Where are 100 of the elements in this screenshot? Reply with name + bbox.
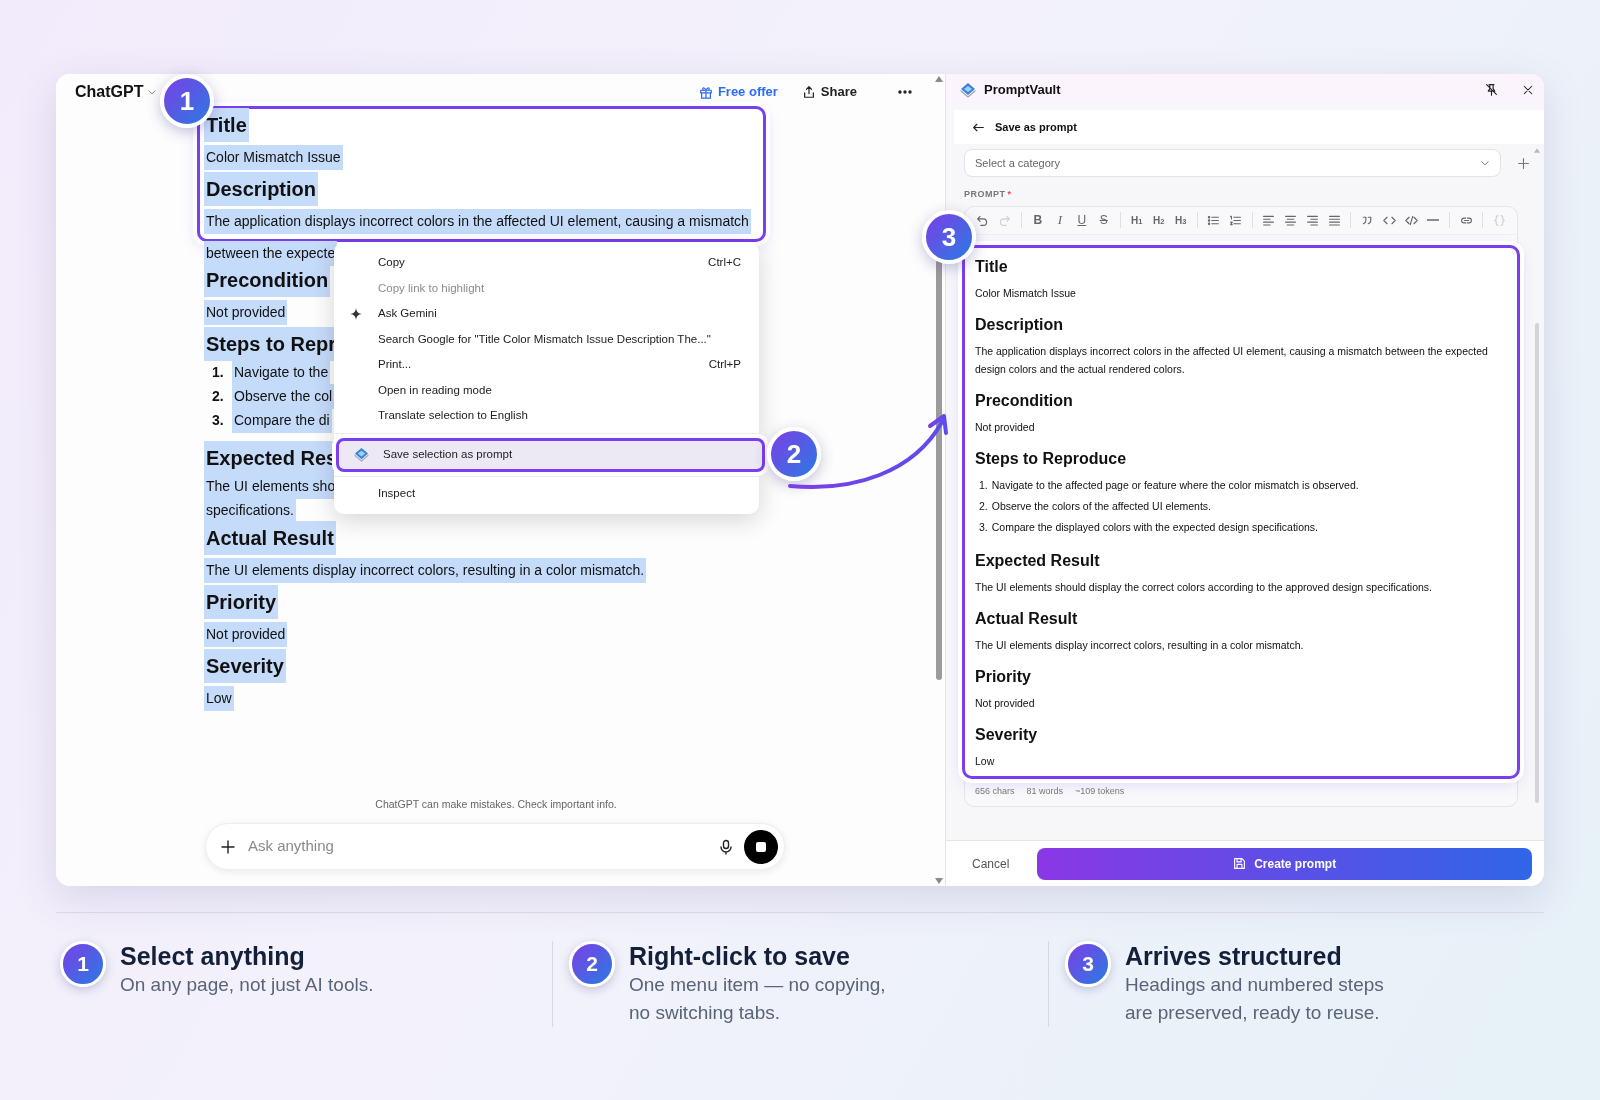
menu-item[interactable]: Open in reading mode	[334, 377, 759, 403]
list-item-text: Compare the displayed colors with the expected design specifications.	[991, 519, 1319, 535]
stat-text: 81 words	[1026, 784, 1064, 798]
microphone-button[interactable]	[718, 838, 734, 855]
microphone-icon	[718, 838, 734, 855]
section-heading: Precondition	[204, 263, 331, 297]
list-number: 2.	[211, 386, 225, 406]
stop-icon	[755, 840, 767, 853]
content-paragraph: The UI elements should display the correct colors according to the approved design specifications.	[975, 579, 1433, 595]
shortcut-text: Ctrl+C	[708, 255, 741, 271]
list-item-text: Observe the col	[232, 383, 335, 409]
section-heading: Title	[204, 108, 249, 142]
list-item-text: Navigate to the affected page or feature where the color mismatch is observed.	[991, 477, 1359, 493]
content-heading: Actual Result	[975, 608, 1079, 629]
cancel-button[interactable]: Cancel	[972, 854, 1010, 873]
step-badge: 2	[569, 941, 615, 987]
divider-icon	[1427, 219, 1440, 221]
content-heading: Description	[975, 314, 1064, 335]
code-block-icon	[1404, 213, 1418, 227]
scroll-up-icon	[935, 76, 943, 82]
list-number: 2.	[978, 498, 989, 514]
paragraph-text: Color Mismatch Issue	[204, 144, 343, 170]
section-heading: Actual Result	[204, 521, 336, 555]
message-input[interactable]: Ask anything	[246, 834, 708, 859]
content-paragraph: The UI elements display incorrect colors, resulting in a color mismatch.	[975, 637, 1305, 653]
heading-button[interactable]: H$_{1}$	[1126, 209, 1147, 231]
paragraph-text: Not provided	[204, 299, 288, 325]
content-paragraph: The application displays incorrect colors in the affected UI element, causing a mismatch between the expected design colors and the actual rendered colors.	[975, 343, 1489, 377]
align-left-icon	[1261, 213, 1275, 227]
share-icon	[801, 85, 816, 99]
unpin-button[interactable]	[1485, 83, 1498, 96]
scrollbar-thumb[interactable]	[1535, 323, 1539, 803]
shortcut-text: Ctrl+P	[708, 357, 741, 373]
undo-icon	[976, 213, 990, 227]
disclaimer-text: ChatGPT can make mistakes. Check important info.	[374, 797, 618, 813]
vault-logo-icon	[353, 447, 369, 462]
panel-title: PromptVault	[984, 80, 1061, 99]
chevron-icon	[147, 87, 158, 97]
plus-icon	[220, 838, 236, 855]
message-field[interactable]: Ask anything	[205, 823, 785, 870]
close-button[interactable]	[1522, 83, 1534, 96]
paragraph-text: Low	[204, 685, 234, 711]
create-prompt-button[interactable]: Create prompt	[1037, 847, 1532, 880]
underline-button[interactable]: U	[1071, 209, 1092, 231]
menu-item[interactable]: Ask Gemini	[334, 301, 759, 327]
step-description: On any page, not just AI tools.	[120, 973, 374, 997]
content-paragraph: Not provided	[975, 419, 1036, 435]
content-heading: Priority	[975, 666, 1032, 687]
strike-button[interactable]: S	[1093, 209, 1114, 231]
chevron-icon	[1480, 158, 1490, 168]
required-mark: *	[1007, 188, 1012, 201]
pin-off-icon	[1485, 83, 1498, 96]
scrollbar-thumb[interactable]	[936, 260, 942, 680]
bold-button[interactable]: B	[1027, 209, 1048, 231]
redo-icon	[998, 213, 1012, 227]
section-heading: Description	[204, 172, 319, 206]
close-icon	[1522, 83, 1534, 96]
align-right-icon	[1305, 213, 1319, 227]
free-offer-button[interactable]: Free offer	[694, 80, 782, 104]
content-paragraph: Low	[975, 753, 996, 769]
align-center-icon	[1283, 213, 1297, 227]
content-heading: Expected Result	[975, 550, 1101, 571]
section-heading: Priority	[204, 585, 279, 619]
list-item-text: Observe the colors of the affected UI elements.	[991, 498, 1212, 514]
save-icon	[1233, 857, 1247, 870]
list-number: 3.	[978, 519, 989, 535]
braces-icon	[1492, 213, 1506, 227]
step-title: Arrives structured	[1125, 941, 1343, 971]
step-title: Right-click to save	[629, 941, 851, 971]
content-heading: Severity	[975, 724, 1039, 745]
list-number: 3.	[211, 410, 225, 430]
stop-button[interactable]	[744, 829, 778, 864]
category-select[interactable]: Select a category	[964, 149, 1501, 177]
scroll-down-icon	[935, 878, 943, 884]
step-badge: 3	[1065, 941, 1111, 987]
sparkle-icon	[350, 307, 362, 320]
paragraph-text: The application displays incorrect colors in the affected UI element, causing a mismatch	[204, 208, 751, 234]
stat-text: 656 chars	[975, 784, 1015, 798]
step-description: One menu item — no copying, no switching tabs.	[629, 973, 887, 1025]
bullet-list-icon	[1207, 213, 1221, 227]
stat-text: ~109 tokens	[1075, 784, 1125, 798]
gift-icon	[698, 85, 713, 99]
paragraph-text: The UI elements display incorrect colors, resulting in a color mismatch.	[204, 557, 647, 583]
italic-button[interactable]: I	[1049, 209, 1070, 231]
plus-icon	[1517, 156, 1530, 170]
heading-button[interactable]: H$_{3}$	[1170, 209, 1191, 231]
menu-item[interactable]: Translate selection to English	[334, 403, 759, 429]
share-button[interactable]: Share	[797, 80, 861, 104]
scroll-up-icon	[1534, 148, 1540, 153]
heading-button[interactable]: H$_{2}$	[1148, 209, 1169, 231]
content-heading: Steps to Reproduce	[975, 448, 1128, 469]
add-button[interactable]	[220, 838, 236, 855]
step-badge: 1	[60, 941, 106, 987]
section-heading: Severity	[204, 649, 286, 683]
step-description: Headings and numbered steps are preserved, ready to reuse.	[1125, 973, 1385, 1025]
content-heading: Precondition	[975, 390, 1074, 411]
view-title: Save as prompt	[995, 119, 1077, 135]
list-number: 1.	[978, 477, 989, 493]
add-category-button[interactable]	[1517, 156, 1530, 170]
app-title: ChatGPT	[75, 82, 144, 102]
